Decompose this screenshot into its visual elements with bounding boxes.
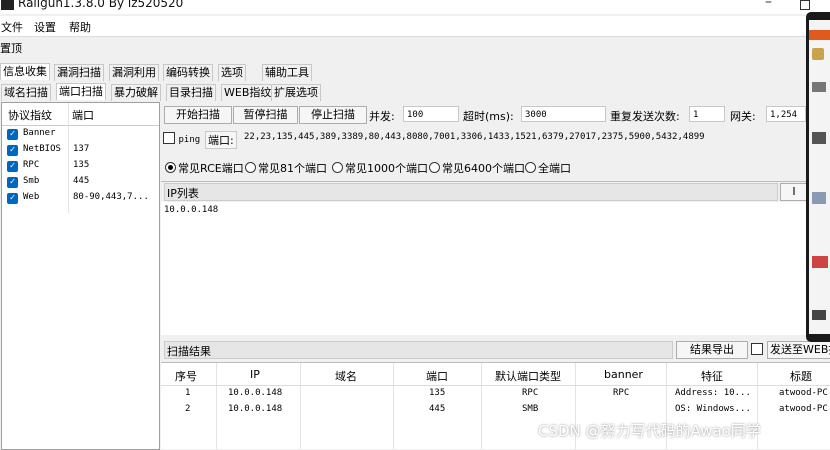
checkbox-icon[interactable]: ✓ <box>7 193 18 204</box>
retry-label: 重复发送次数: <box>610 110 680 123</box>
start-scan-button[interactable]: 开始扫描 <box>164 106 232 124</box>
export-results-button[interactable]: 结果导出 <box>676 341 748 359</box>
protocol-table: 协议指纹 端口 ✓ Banner ✓ NetBIOS 137 ✓ RPC 135… <box>1 102 160 450</box>
results-header: 扫描结果 <box>164 341 673 359</box>
protocol-header: 协议指纹 <box>8 109 52 122</box>
title-bar: Railgun1.3.8.0 By lz520520 – <box>0 0 830 14</box>
radio-icon <box>245 162 256 173</box>
ip-list-title: IP列表 <box>167 187 199 200</box>
tab-extended-options[interactable]: 扩展选项 <box>271 84 321 101</box>
port-header: 端口 <box>72 109 94 122</box>
ping-option[interactable]: ping <box>163 132 200 145</box>
tab-port-scan[interactable]: 端口扫描 <box>56 83 106 100</box>
phone-screen <box>809 20 830 334</box>
timeout-input[interactable]: 3000 <box>521 106 606 122</box>
protocol-row[interactable]: ✓ Web 80-90,443,7... <box>2 191 159 207</box>
ping-checkbox[interactable] <box>163 132 175 144</box>
ip-list-header: IP列表 <box>164 183 778 201</box>
radio-icon <box>525 162 536 173</box>
ports-input[interactable]: 22,23,135,445,389,3389,80,443,8080,7001,… <box>241 129 806 145</box>
tab-web-fingerprint[interactable]: WEB指纹 <box>221 84 275 101</box>
pin-bar: 置顶 <box>0 36 830 59</box>
protocol-row[interactable]: ✓ NetBIOS 137 <box>2 143 159 159</box>
pin-toggle[interactable]: 置顶 <box>0 40 22 56</box>
menu-file[interactable]: 文件 <box>1 19 23 35</box>
stop-scan-button[interactable]: 停止扫描 <box>299 106 367 124</box>
app-icon <box>1 0 14 10</box>
concurrency-input[interactable]: 100 <box>403 106 459 122</box>
window-title: Railgun1.3.8.0 By lz520520 <box>18 0 184 10</box>
tab-info-gathering[interactable]: 信息收集 <box>0 63 50 80</box>
preset-all[interactable]: 全端口 <box>525 160 571 175</box>
ports-label: 端口: <box>205 131 237 149</box>
tab-domain-scan[interactable]: 域名扫描 <box>1 84 51 101</box>
radio-icon <box>165 162 176 173</box>
gateway-label: 网关: <box>730 110 756 123</box>
concurrency-label: 并发: <box>369 110 395 123</box>
tab-options[interactable]: 选项 <box>218 64 246 81</box>
tab-dir-scan[interactable]: 目录扫描 <box>166 84 216 101</box>
radio-icon <box>332 162 343 173</box>
retry-input[interactable]: 1 <box>689 106 725 122</box>
preset-rce[interactable]: 常见RCE端口 <box>165 160 244 175</box>
radio-icon <box>429 162 440 173</box>
phone-thumbnail <box>806 12 830 342</box>
watermark: CSDN @努力写代码的Awao同学 <box>538 422 761 440</box>
pause-scan-button[interactable]: 暂停扫描 <box>233 106 298 124</box>
tab-brute-force[interactable]: 暴力破解 <box>111 84 161 101</box>
minimize-icon[interactable]: – <box>765 0 772 10</box>
checkbox-icon[interactable]: ✓ <box>7 177 18 188</box>
menu-help[interactable]: 帮助 <box>69 19 91 35</box>
tab-tools[interactable]: 辅助工具 <box>262 64 312 81</box>
table-row[interactable]: 2 10.0.0.148 445 SMB OS: Windows... atwo… <box>161 404 830 418</box>
maximize-icon[interactable] <box>800 0 810 10</box>
checkbox-icon[interactable]: ✓ <box>7 161 18 172</box>
checkbox-icon[interactable]: ✓ <box>7 145 18 156</box>
gateway-input[interactable]: 1,254 <box>766 106 806 122</box>
menu-settings[interactable]: 设置 <box>34 19 56 35</box>
protocol-table-header: 协议指纹 端口 <box>2 103 159 126</box>
timeout-label: 超时(ms): <box>463 110 514 123</box>
protocol-row[interactable]: ✓ Banner <box>2 127 159 143</box>
table-row[interactable]: 1 10.0.0.148 135 RPC RPC Address: 10... … <box>161 388 830 402</box>
tab-encoding[interactable]: 编码转换 <box>163 64 213 81</box>
preset-81[interactable]: 常见81个端口 <box>245 160 327 175</box>
tab-vuln-exploit[interactable]: 漏洞利用 <box>109 64 159 81</box>
ip-list-textarea[interactable]: 10.0.0.148 <box>161 202 806 335</box>
ip-list-button[interactable]: I <box>780 183 808 201</box>
preset-6400[interactable]: 常见6400个端口 <box>429 160 525 175</box>
send-to-web-button[interactable]: 发送至WEB指 <box>767 341 830 359</box>
tab-vuln-scan[interactable]: 漏洞扫描 <box>54 64 104 81</box>
send-web-checkbox[interactable] <box>751 343 763 356</box>
preset-1000[interactable]: 常见1000个端口 <box>332 160 428 175</box>
protocol-row[interactable]: ✓ Smb 445 <box>2 175 159 191</box>
checkbox-icon[interactable]: ✓ <box>7 129 18 140</box>
menu-bar: 文件 设置 帮助 <box>0 16 830 36</box>
protocol-row[interactable]: ✓ RPC 135 <box>2 159 159 175</box>
results-title: 扫描结果 <box>167 345 211 358</box>
